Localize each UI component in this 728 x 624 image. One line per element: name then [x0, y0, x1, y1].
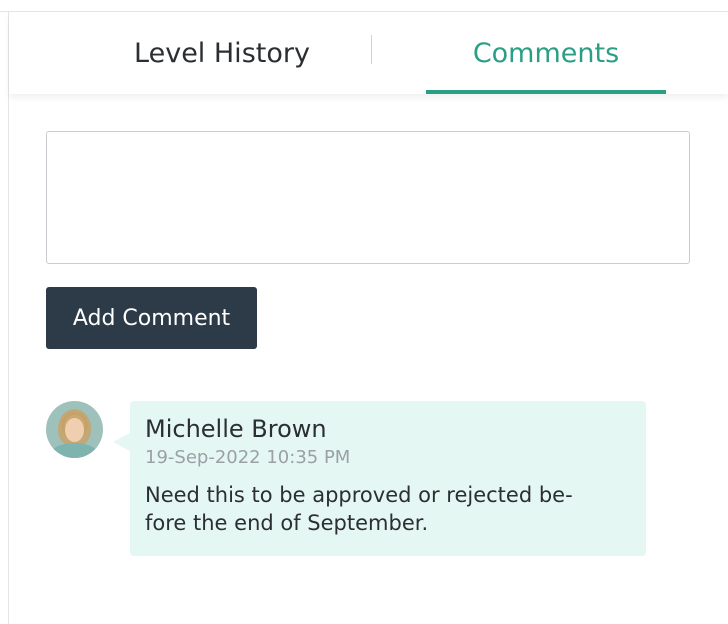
comment-body: Need this to be approved or rejected be-… [145, 483, 573, 535]
add-comment-button[interactable]: Add Comment [46, 287, 257, 349]
active-tab-indicator [426, 90, 666, 94]
tab-level-history[interactable]: Level History [79, 12, 365, 94]
tab-comments[interactable]: Comments [426, 12, 666, 94]
avatar-face [65, 418, 84, 442]
panel-left-border [8, 11, 9, 624]
comment-bubble-tail [113, 433, 130, 451]
comments-panel: Level History Comments Add Comment Miche… [0, 0, 728, 624]
comment-body-line-2: fore the end of September. [145, 511, 429, 535]
avatar [46, 401, 103, 458]
tab-divider [371, 35, 372, 64]
comment-timestamp: 19-Sep-2022 10:35 PM [145, 447, 351, 468]
comment-input[interactable] [46, 131, 690, 264]
comment-bubble: Michelle Brown 19-Sep-2022 10:35 PM Need… [113, 401, 646, 556]
comment-author: Michelle Brown [145, 415, 327, 443]
avatar-shoulders [50, 443, 99, 458]
comment-body-line-1: Need this to be approved or rejected be- [145, 483, 573, 507]
tab-bar: Level History Comments [9, 12, 728, 94]
